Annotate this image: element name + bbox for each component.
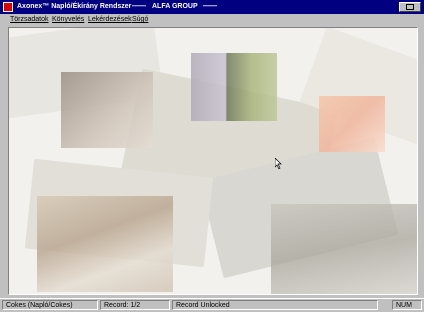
- photo-meeting-people: [37, 196, 173, 292]
- status-record: Record: 1/2: [100, 300, 170, 310]
- title-separator: ——: [132, 3, 146, 10]
- status-lock: Record Unlocked: [172, 300, 378, 310]
- app-icon[interactable]: [3, 2, 13, 12]
- mouse-cursor-icon: [275, 158, 282, 169]
- photo-business-handshake: [61, 72, 153, 148]
- status-numlock: NUM: [392, 300, 422, 310]
- photo-dollar-bill: [271, 204, 417, 294]
- status-bar: Cokes (Napló/Cokes) Record: 1/2 Record U…: [0, 298, 424, 312]
- restore-button[interactable]: [399, 2, 421, 12]
- menu-sugo[interactable]: Súgó: [132, 16, 148, 23]
- title-separator: ——: [203, 3, 217, 10]
- app-window: Axonex™ Napló/Ékírány Rendszer —— ALFA G…: [0, 0, 424, 312]
- status-company: Cokes (Napló/Cokes): [2, 300, 98, 310]
- photo-pen-signature: [319, 96, 385, 152]
- menu-konyveles[interactable]: Könyvelés: [52, 16, 84, 23]
- photo-screen-monitor: [191, 53, 277, 121]
- window-title: Axonex™ Napló/Ékírány Rendszer: [17, 3, 132, 10]
- background-collage: [8, 27, 418, 295]
- title-bar[interactable]: Axonex™ Napló/Ékírány Rendszer —— ALFA G…: [0, 0, 424, 14]
- menu-lekerdezesek[interactable]: Lekérdezések: [88, 16, 132, 23]
- company-name: ALFA GROUP: [152, 3, 198, 10]
- menu-bar: Törzsadatok Könyvelés Lekérdezések Súgó: [0, 14, 424, 26]
- restore-icon: [406, 4, 414, 10]
- menu-torzsadatok[interactable]: Törzsadatok: [10, 16, 49, 23]
